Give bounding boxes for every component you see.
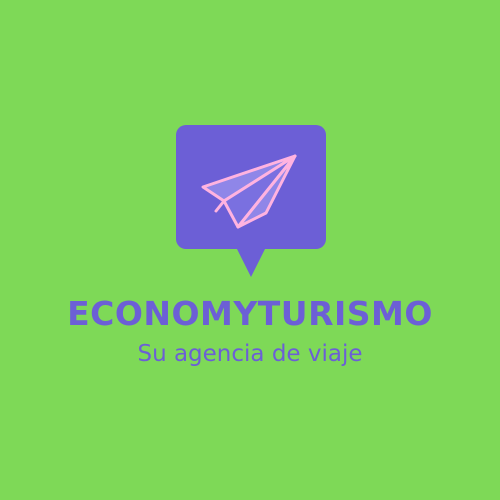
brand-tagline: Su agencia de viaje bbox=[137, 341, 363, 367]
logo-icon bbox=[176, 125, 326, 277]
brand-name: ECONOMYTURISMO bbox=[67, 294, 433, 333]
